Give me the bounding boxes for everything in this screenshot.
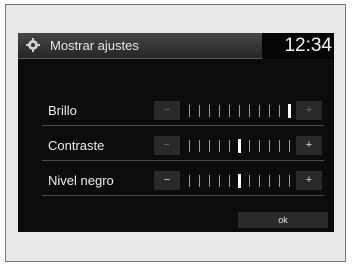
level-tick xyxy=(229,105,230,117)
level-tick xyxy=(229,140,230,152)
contraste-slider[interactable]: − + xyxy=(154,136,322,155)
level-tick xyxy=(269,140,270,152)
brillo-slider[interactable]: − + xyxy=(154,101,322,120)
decrease-button[interactable]: − xyxy=(154,101,180,120)
setting-row-brillo: Brillo − + xyxy=(42,98,334,126)
level-tick xyxy=(229,175,230,187)
level-tick xyxy=(189,140,190,152)
level-tick xyxy=(199,175,200,187)
level-tick xyxy=(209,105,210,117)
row-divider xyxy=(42,125,324,126)
page-title: Mostrar ajustes xyxy=(50,38,139,53)
increase-button[interactable]: + xyxy=(296,136,322,155)
level-tick xyxy=(249,105,250,117)
level-tick xyxy=(219,175,220,187)
level-tick xyxy=(279,105,280,117)
level-tick xyxy=(199,140,200,152)
level-tick xyxy=(289,140,290,152)
display-settings-screen: Mostrar ajustes 12:34 Brillo − + Contras… xyxy=(18,33,334,232)
level-tick xyxy=(189,105,190,117)
setting-label: Contraste xyxy=(48,138,105,153)
nivel-negro-slider[interactable]: − + xyxy=(154,171,322,190)
level-tick xyxy=(279,175,280,187)
decrease-button[interactable]: − xyxy=(154,136,180,155)
clock: 12:34 xyxy=(262,33,334,59)
level-tick xyxy=(209,175,210,187)
level-track[interactable] xyxy=(188,104,292,118)
level-tick xyxy=(259,140,260,152)
settings-icon xyxy=(26,38,40,52)
setting-label: Brillo xyxy=(48,103,77,118)
row-divider xyxy=(42,160,324,161)
level-tick xyxy=(289,175,290,187)
setting-row-nivel-negro: Nivel negro − + xyxy=(42,168,334,196)
level-tick xyxy=(249,175,250,187)
level-track[interactable] xyxy=(188,139,292,153)
level-indicator xyxy=(238,174,241,188)
level-tick xyxy=(269,175,270,187)
level-tick xyxy=(239,105,240,117)
setting-row-contraste: Contraste − + xyxy=(42,133,334,161)
level-tick xyxy=(259,105,260,117)
level-track[interactable] xyxy=(188,174,292,188)
level-tick xyxy=(219,105,220,117)
decrease-button[interactable]: − xyxy=(154,171,180,190)
level-tick xyxy=(249,140,250,152)
level-indicator xyxy=(238,139,241,153)
ok-button[interactable]: ok xyxy=(238,212,328,228)
level-tick xyxy=(219,140,220,152)
increase-button[interactable]: + xyxy=(296,101,322,120)
header-bar: Mostrar ajustes 12:34 xyxy=(18,33,334,59)
level-tick xyxy=(279,140,280,152)
level-tick xyxy=(269,105,270,117)
level-tick xyxy=(209,140,210,152)
level-tick xyxy=(259,175,260,187)
row-divider xyxy=(42,195,324,196)
level-indicator xyxy=(288,104,291,118)
setting-label: Nivel negro xyxy=(48,173,114,188)
level-tick xyxy=(189,175,190,187)
level-tick xyxy=(199,105,200,117)
increase-button[interactable]: + xyxy=(296,171,322,190)
